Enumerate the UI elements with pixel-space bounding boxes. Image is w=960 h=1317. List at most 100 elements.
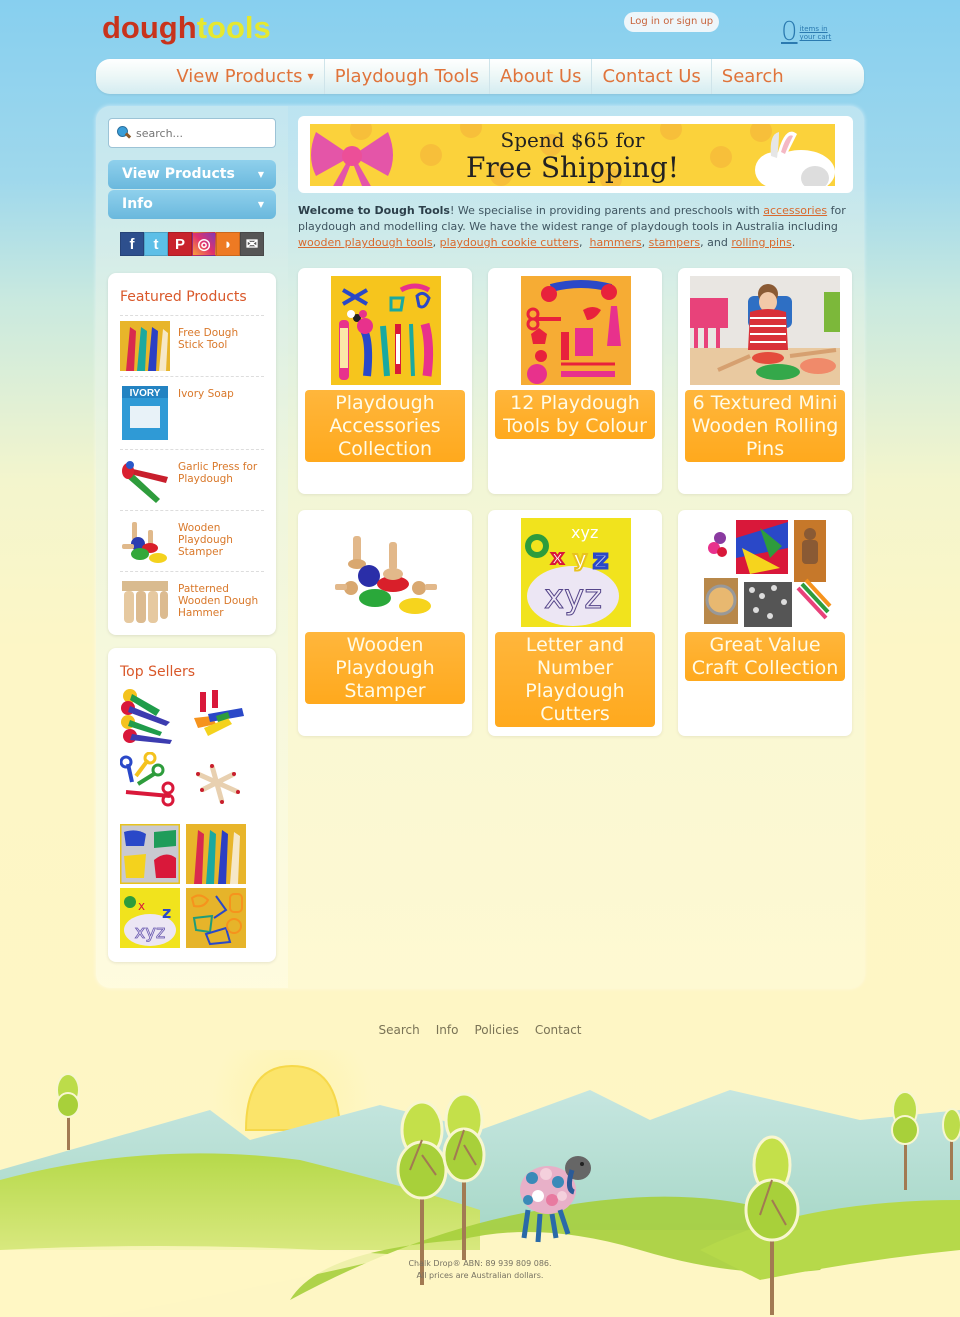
nav-label: View Products: [176, 66, 303, 87]
svg-text:xyz: xyz: [571, 523, 598, 542]
footer-link-policies[interactable]: Policies: [474, 1023, 518, 1037]
link-stampers[interactable]: stampers: [649, 236, 701, 249]
top-seller-item[interactable]: Craft scissors: [120, 752, 180, 812]
nav-search[interactable]: Search: [710, 59, 794, 94]
product-thumbnail[interactable]: [120, 516, 170, 566]
product-image[interactable]: [331, 276, 441, 385]
svg-text:IVORY: IVORY: [130, 388, 161, 399]
featured-products-panel: Featured Products Free Dough Stick Tool …: [108, 273, 276, 635]
featured-product-item[interactable]: Free Dough Stick Tool: [120, 315, 264, 376]
product-thumbnail[interactable]: [120, 455, 170, 505]
product-card[interactable]: 6 Textured Mini Wooden Rolling Pins: [678, 268, 852, 494]
product-card[interactable]: Wooden Playdough Stamper: [298, 510, 472, 736]
free-shipping-banner[interactable]: Spend $65 for Free Shipping!: [298, 116, 853, 193]
welcome-bold: Welcome to Dough Tools: [298, 204, 450, 217]
product-title[interactable]: Wooden Playdough Stamper: [305, 632, 465, 704]
cart-label: items in your cart: [799, 25, 832, 41]
logo-text-tools: tools: [196, 10, 271, 45]
logo-text-dough: dough: [102, 10, 197, 45]
text: , and: [700, 236, 732, 249]
svg-text:xyz: xyz: [135, 922, 166, 943]
top-seller-item[interactable]: Dough extruders: [188, 688, 248, 748]
product-image[interactable]: [331, 518, 441, 627]
top-seller-item[interactable]: Cookie cutters: [186, 888, 246, 948]
featured-product-item[interactable]: Patterned Wooden Dough Hammer: [120, 571, 264, 632]
product-title[interactable]: Great Value Craft Collection: [685, 632, 845, 681]
twitter-icon[interactable]: t: [144, 232, 168, 256]
nav-label: Playdough Tools: [334, 66, 479, 87]
chevron-down-icon: ▼: [307, 72, 314, 81]
featured-product-name[interactable]: Wooden Playdough Stamper: [170, 516, 264, 566]
featured-product-name[interactable]: Garlic Press for Playdough: [170, 455, 264, 505]
site-logo[interactable]: doughtools: [102, 10, 271, 46]
nav-label: Search: [721, 66, 784, 87]
featured-products-title: Featured Products: [120, 289, 247, 305]
featured-product-item[interactable]: IVORY Ivory Soap: [120, 376, 264, 449]
product-card[interactable]: 12 Playdough Tools by Colour: [488, 268, 662, 494]
nav-playdough-tools[interactable]: Playdough Tools: [323, 59, 489, 94]
sidebar-menu-info[interactable]: Info ▼: [108, 190, 276, 219]
product-card[interactable]: Great Value Craft Collection: [678, 510, 852, 736]
svg-text:z: z: [593, 545, 608, 575]
svg-text:x: x: [138, 899, 145, 913]
link-wooden-playdough-tools[interactable]: wooden playdough tools: [298, 236, 433, 249]
sidebar-menu-label: Info: [122, 196, 153, 212]
product-image[interactable]: [521, 276, 631, 385]
featured-product-item[interactable]: Garlic Press for Playdough: [120, 449, 264, 510]
footer-link-contact[interactable]: Contact: [535, 1023, 582, 1037]
text: ,: [432, 236, 440, 249]
product-title[interactable]: Playdough Accessories Collection: [305, 390, 465, 462]
instagram-icon[interactable]: ◎: [192, 232, 216, 256]
cart-link[interactable]: 0 items in your cart: [781, 15, 834, 45]
link-playdough-cookie-cutters[interactable]: playdough cookie cutters: [440, 236, 579, 249]
featured-product-name[interactable]: Patterned Wooden Dough Hammer: [170, 577, 264, 627]
search-box[interactable]: [108, 118, 276, 148]
top-seller-item[interactable]: Dough stick tools: [186, 824, 246, 884]
sidebar-menu-label: View Products: [122, 166, 235, 182]
footer-link-info[interactable]: Info: [436, 1023, 459, 1037]
facebook-icon[interactable]: f: [120, 232, 144, 256]
top-seller-item[interactable]: Pizza cutters: [120, 688, 180, 748]
link-hammers[interactable]: hammers: [589, 236, 641, 249]
nav-about-us[interactable]: About Us: [488, 59, 592, 94]
copyright-line1: Chalk Drop® ABN: 89 939 809 086.: [408, 1259, 552, 1268]
search-icon: [117, 126, 131, 140]
product-thumbnail[interactable]: [120, 321, 170, 371]
chevron-down-icon: ▼: [257, 200, 264, 209]
top-seller-item[interactable]: Mini rolling pins: [188, 752, 248, 812]
product-image[interactable]: [690, 276, 840, 385]
featured-product-name[interactable]: Ivory Soap: [170, 382, 234, 444]
main-navigation: View Products ▼ Playdough Tools About Us …: [96, 59, 864, 94]
top-seller-item[interactable]: Letter cutters xyz z x: [120, 888, 180, 948]
nav-contact-us[interactable]: Contact Us: [591, 59, 710, 94]
email-icon[interactable]: ✉: [240, 232, 264, 256]
top-seller-item[interactable]: Dough scrapers: [120, 824, 180, 884]
search-input[interactable]: [136, 126, 266, 140]
featured-product-name[interactable]: Free Dough Stick Tool: [170, 321, 264, 371]
nav-view-products[interactable]: View Products ▼: [166, 59, 323, 94]
footer-link-search[interactable]: Search: [378, 1023, 419, 1037]
welcome-text: Welcome to Dough Tools! We specialise in…: [298, 203, 853, 251]
pinterest-icon[interactable]: P: [168, 232, 192, 256]
link-rolling-pins[interactable]: rolling pins: [731, 236, 791, 249]
product-card[interactable]: Playdough Accessories Collection: [298, 268, 472, 494]
rss-icon[interactable]: ◗: [216, 232, 240, 256]
product-title[interactable]: Letter and Number Playdough Cutters: [495, 632, 655, 727]
sidebar-menu-view-products[interactable]: View Products ▼: [108, 160, 276, 189]
product-image[interactable]: [690, 518, 840, 627]
product-thumbnail[interactable]: IVORY: [120, 382, 170, 442]
banner-line2: Free Shipping!: [465, 151, 680, 184]
login-signup-button[interactable]: Log in or sign up: [624, 12, 719, 32]
link-accessories[interactable]: accessories: [763, 204, 827, 217]
footer-navigation: Search Info Policies Contact: [0, 1023, 960, 1037]
product-title[interactable]: 12 Playdough Tools by Colour: [495, 390, 655, 439]
product-card[interactable]: xyz x y z xyz Letter and Number Playdoug…: [488, 510, 662, 736]
text: ! We specialise in providing parents and…: [449, 204, 764, 217]
featured-product-item[interactable]: Wooden Playdough Stamper: [120, 510, 264, 571]
product-title[interactable]: 6 Textured Mini Wooden Rolling Pins: [685, 390, 845, 462]
top-sellers-panel: Top Sellers Pizza cutters Dough extruder…: [108, 648, 276, 962]
product-thumbnail[interactable]: [120, 577, 170, 627]
product-image[interactable]: xyz x y z xyz: [521, 518, 631, 627]
tree-icon: [744, 1135, 800, 1315]
text: ,: [641, 236, 649, 249]
